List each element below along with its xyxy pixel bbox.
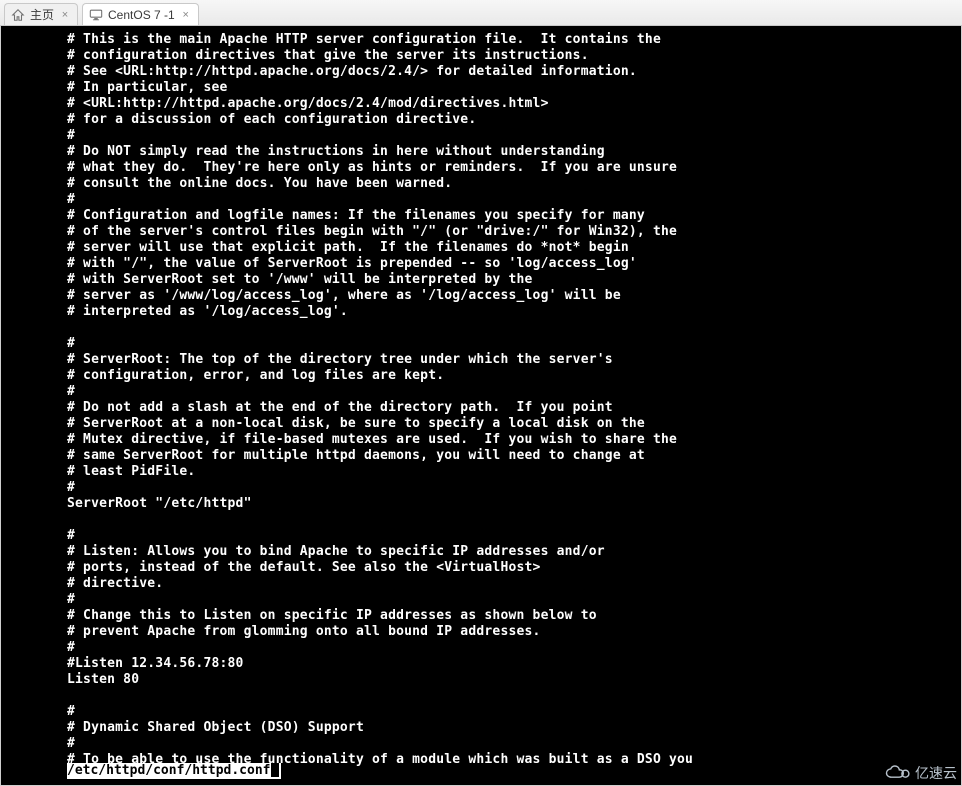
tab-vm[interactable]: CentOS 7 -1 × [82,3,199,25]
terminal-output: # This is the main Apache HTTP server co… [13,26,949,785]
vm-console[interactable]: # This is the main Apache HTTP server co… [0,26,962,786]
editor-statusline: /etc/httpd/conf/httpd.conf [67,763,281,779]
close-icon[interactable]: × [59,9,71,21]
close-icon[interactable]: × [180,9,192,21]
cursor-block [271,763,279,777]
tab-home[interactable]: 主页 × [4,3,78,25]
tab-vm-label: CentOS 7 -1 [108,8,175,22]
home-icon [11,8,25,22]
statusline-path: /etc/httpd/conf/httpd.conf [67,763,271,778]
monitor-icon [89,8,103,22]
tab-home-label: 主页 [30,6,54,23]
tab-bar: 主页 × CentOS 7 -1 × [0,0,962,26]
